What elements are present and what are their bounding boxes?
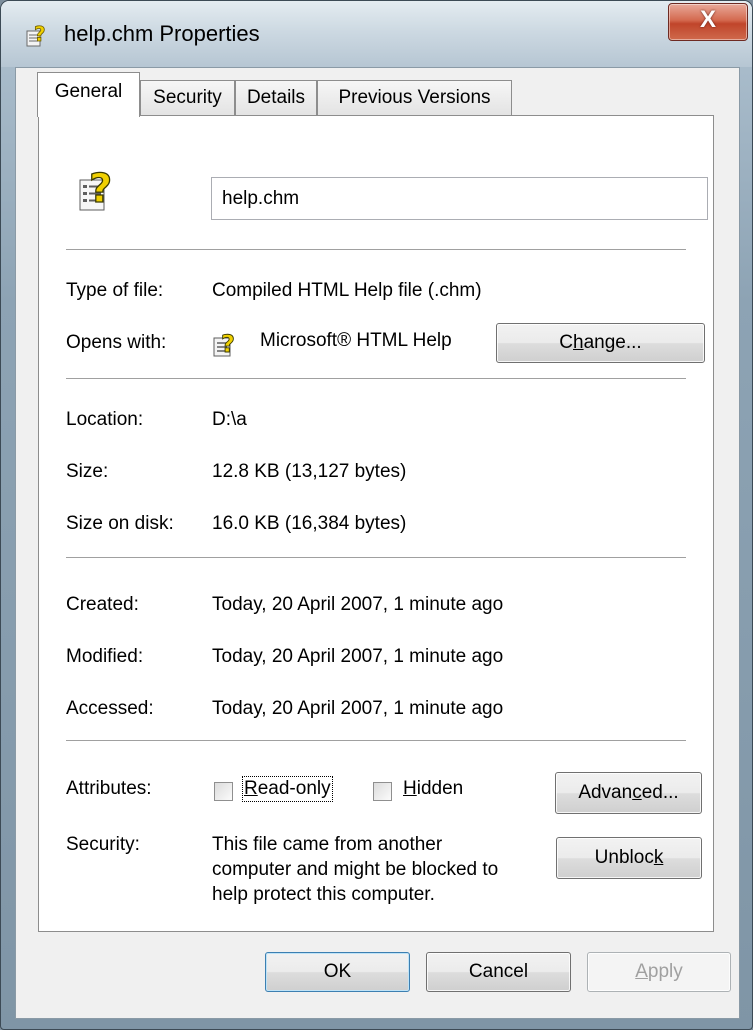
read-only-checkbox[interactable] [214, 782, 233, 801]
apply-button-label-end: pply [647, 961, 683, 982]
size-on-disk-label: Size on disk: [66, 513, 174, 534]
dialog-client-area: General Security Details Previous Versio… [15, 67, 740, 1019]
window-title: help.chm Properties [64, 21, 260, 46]
chm-help-file-icon: ? [79, 165, 113, 213]
security-text-line-3: help protect this computer. [212, 884, 435, 905]
accessed-value: Today, 20 April 2007, 1 minute ago [212, 698, 504, 719]
opens-with-label: Opens with: [66, 332, 167, 353]
hidden-checkbox[interactable] [373, 782, 392, 801]
change-button[interactable]: Change... [496, 323, 705, 363]
svg-text:?: ? [34, 22, 46, 46]
tab-details[interactable]: Details [235, 80, 317, 116]
apply-button[interactable]: Apply [587, 952, 731, 992]
modified-value: Today, 20 April 2007, 1 minute ago [212, 646, 504, 667]
hidden-accelerator: H [403, 778, 417, 799]
chm-help-file-icon: ? [26, 22, 46, 47]
svg-text:?: ? [89, 166, 112, 212]
change-button-label-end: ange... [583, 332, 642, 353]
read-only-label[interactable]: Read-only [242, 776, 333, 802]
svg-text:?: ? [221, 330, 235, 358]
opens-with-value: Microsoft® HTML Help [260, 330, 452, 351]
file-name-field[interactable] [211, 177, 708, 220]
location-value: D:\a [212, 409, 247, 430]
modified-label: Modified: [66, 646, 144, 667]
created-value: Today, 20 April 2007, 1 minute ago [212, 594, 504, 615]
location-label: Location: [66, 409, 144, 430]
size-on-disk-value: 16.0 KB (16,384 bytes) [212, 513, 407, 534]
advanced-button[interactable]: Advanced... [555, 772, 702, 814]
advanced-button-label-end: ed... [641, 782, 679, 803]
security-text-line-2: computer and might be blocked to [212, 859, 499, 880]
ok-button[interactable]: OK [265, 952, 410, 992]
separator [66, 249, 686, 251]
unblock-button[interactable]: Unblock [556, 837, 702, 879]
apply-button-accelerator: A [635, 961, 648, 982]
unblock-button-accelerator: k [653, 847, 664, 868]
html-help-app-icon: ? [213, 330, 235, 358]
separator [66, 378, 686, 380]
cancel-button[interactable]: Cancel [426, 952, 571, 992]
separator [66, 740, 686, 742]
close-button[interactable]: X [668, 3, 748, 41]
general-tab-panel: ? Type of file: Compiled HTML Help file … [38, 115, 714, 932]
security-text-line-1: This file came from another [212, 834, 443, 855]
type-of-file-value: Compiled HTML Help file (.chm) [212, 280, 482, 301]
security-label: Security: [66, 834, 140, 855]
tab-general[interactable]: General [37, 72, 140, 117]
separator [66, 557, 686, 559]
created-label: Created: [66, 594, 139, 615]
tab-previous-versions[interactable]: Previous Versions [317, 80, 512, 116]
tab-security[interactable]: Security [140, 80, 235, 116]
title-bar[interactable]: ? help.chm Properties X [1, 1, 752, 67]
change-button-accelerator: h [573, 332, 584, 353]
close-icon: X [699, 6, 716, 33]
unblock-button-label-start: Unbloc [594, 847, 654, 868]
accessed-label: Accessed: [66, 698, 154, 719]
attributes-label: Attributes: [66, 778, 152, 799]
read-only-accelerator: R [244, 778, 258, 799]
size-label: Size: [66, 461, 109, 482]
advanced-button-accelerator: c [632, 782, 642, 803]
size-value: 12.8 KB (13,127 bytes) [212, 461, 407, 482]
type-of-file-label: Type of file: [66, 280, 164, 301]
hidden-label[interactable]: Hidden [403, 778, 463, 800]
read-only-label-text: ead-only [257, 778, 331, 799]
hidden-label-text: idden [416, 778, 464, 799]
advanced-button-label-start: Advan [578, 782, 633, 803]
change-button-label-start: C [559, 332, 574, 353]
properties-window: ? help.chm Properties X General Security… [0, 0, 753, 1030]
